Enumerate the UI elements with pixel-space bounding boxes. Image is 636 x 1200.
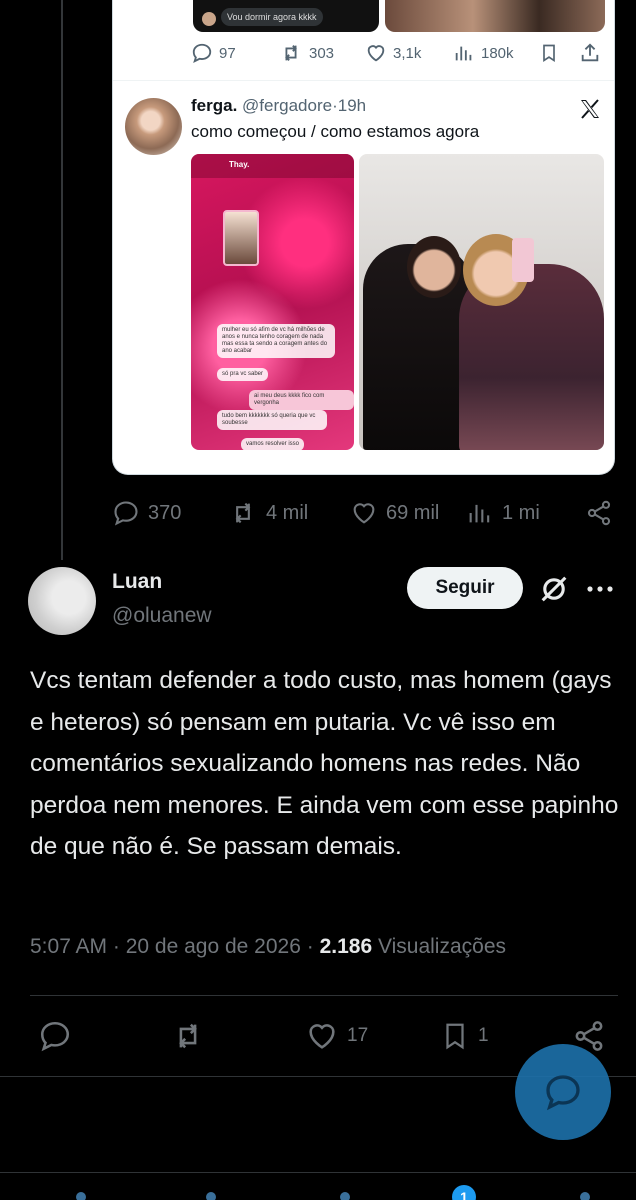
meta-separator: · <box>112 935 126 958</box>
preview-avatar <box>202 12 216 26</box>
nav-home-icon[interactable] <box>76 1192 86 1200</box>
tweet-meta: 5:07 AM · 20 de ago de 2026 · 2.186 Visu… <box>30 935 506 959</box>
bottom-nav-border <box>0 1172 636 1173</box>
bookmark-count: 1 <box>478 1025 489 1046</box>
divider <box>30 995 618 996</box>
preview-share-button[interactable] <box>579 38 601 68</box>
tweet-date[interactable]: 20 de ago de 2026 <box>126 935 301 958</box>
meta-separator: · <box>306 935 320 958</box>
tweet-text: Vcs tentam defender a todo custo, mas ho… <box>30 667 619 860</box>
notification-badge[interactable]: 1 <box>452 1185 476 1200</box>
nav-messages-icon[interactable] <box>580 1192 590 1200</box>
repost-icon <box>285 45 297 61</box>
quoted-media-photo[interactable] <box>359 154 604 450</box>
preview-like-button[interactable]: 3,1k <box>365 38 421 68</box>
preview-reply-button[interactable]: 97 <box>191 38 236 68</box>
preview-repost-count: 303 <box>309 44 335 62</box>
heart-icon <box>353 503 375 524</box>
bookmark-icon <box>446 1023 464 1050</box>
thread-line <box>61 0 63 560</box>
bookmark-icon <box>543 44 555 63</box>
repost-button[interactable]: 4 mil <box>228 496 308 530</box>
quoted-media-chat-screenshot[interactable]: Thay. mulher eu só afim de vc há milhões… <box>191 154 354 450</box>
follow-button[interactable]: Seguir <box>407 567 523 609</box>
chat-name: Thay. <box>229 160 250 169</box>
reply-button[interactable]: 370 <box>112 496 181 530</box>
chat-bubble: ai meu deus kkkk fico com vergonha <box>249 390 354 410</box>
chat-bubble: tudo bem kkkkkkk só queria que vc soubes… <box>217 410 327 430</box>
share-icon <box>581 43 599 62</box>
reply-icon <box>546 1075 580 1111</box>
preview-repost-button[interactable]: 303 <box>279 38 334 68</box>
preview-views-count: 180k <box>481 44 514 62</box>
views-label: Visualizações <box>377 935 507 958</box>
chat-bubble: só pra vc saber <box>217 368 269 381</box>
bookmark-button[interactable]: 1 <box>440 1016 489 1056</box>
reply-count: 370 <box>148 501 182 524</box>
views-count[interactable]: 2.186 <box>320 935 373 958</box>
repost-icon <box>235 502 251 524</box>
tweet-time[interactable]: 5:07 AM <box>30 935 107 958</box>
like-count: 17 <box>347 1025 369 1046</box>
repost-button[interactable] <box>170 1016 206 1056</box>
quoted-header: ferga. @fergadore·19h <box>191 96 366 116</box>
grok-icon[interactable] <box>537 572 571 606</box>
repost-icon <box>179 1023 197 1049</box>
quoted-tweet-card[interactable]: Vou dormir agora kkkk 97 303 3,1k 180k f… <box>112 0 615 475</box>
preview-message-bubble: Vou dormir agora kkkk <box>221 8 323 26</box>
card-divider <box>113 80 614 81</box>
more-icon[interactable] <box>586 585 614 593</box>
x-logo-icon <box>581 99 599 119</box>
chat-topbar <box>191 154 354 178</box>
heart-icon <box>309 1024 335 1049</box>
preview-media-right[interactable] <box>385 0 605 32</box>
quoted-name[interactable]: ferga. <box>191 96 237 115</box>
compose-reply-button[interactable] <box>515 1044 611 1140</box>
nav-search-icon[interactable] <box>206 1192 216 1200</box>
photo-person-left-head <box>407 236 461 298</box>
author-handle[interactable]: @oluanew <box>112 604 212 628</box>
photo-phone <box>512 238 534 282</box>
views-count: 1 mi <box>502 501 540 524</box>
avatar[interactable] <box>28 567 96 635</box>
like-count: 69 mil <box>386 501 440 524</box>
like-button[interactable]: 17 <box>305 1016 368 1056</box>
share-button[interactable] <box>585 496 613 530</box>
chat-bubble: vamos resolver isso <box>241 438 305 450</box>
chat-bubble: mulher eu só afim de vc há milhões de an… <box>217 324 335 358</box>
preview-like-count: 3,1k <box>393 44 422 62</box>
preview-views-button[interactable]: 180k <box>453 38 514 68</box>
preview-bookmark-button[interactable] <box>539 38 559 68</box>
reply-icon <box>192 43 212 64</box>
reply-icon <box>114 501 138 526</box>
share-icon <box>587 500 611 526</box>
preview-media-left[interactable]: Vou dormir agora kkkk <box>193 0 379 32</box>
preview-action-bar: 97 303 3,1k 180k <box>113 38 614 68</box>
quoted-handle[interactable]: @fergadore <box>242 96 332 115</box>
views-button[interactable]: 1 mi <box>466 496 540 530</box>
nav-grok-icon[interactable] <box>340 1192 350 1200</box>
heart-icon <box>367 45 385 62</box>
quoted-text: como começou / como estamos agora <box>191 122 480 141</box>
views-icon <box>455 46 472 61</box>
author-name[interactable]: Luan <box>112 570 162 594</box>
reply-button[interactable] <box>38 1016 72 1056</box>
quoted-avatar[interactable] <box>125 98 182 155</box>
quoted-time: 19h <box>337 96 367 115</box>
reply-icon <box>40 1021 70 1052</box>
views-icon <box>469 504 490 523</box>
chat-story-photo <box>223 210 259 266</box>
like-button[interactable]: 69 mil <box>350 496 439 530</box>
repost-count: 4 mil <box>266 501 309 524</box>
preview-reply-count: 97 <box>219 44 236 62</box>
